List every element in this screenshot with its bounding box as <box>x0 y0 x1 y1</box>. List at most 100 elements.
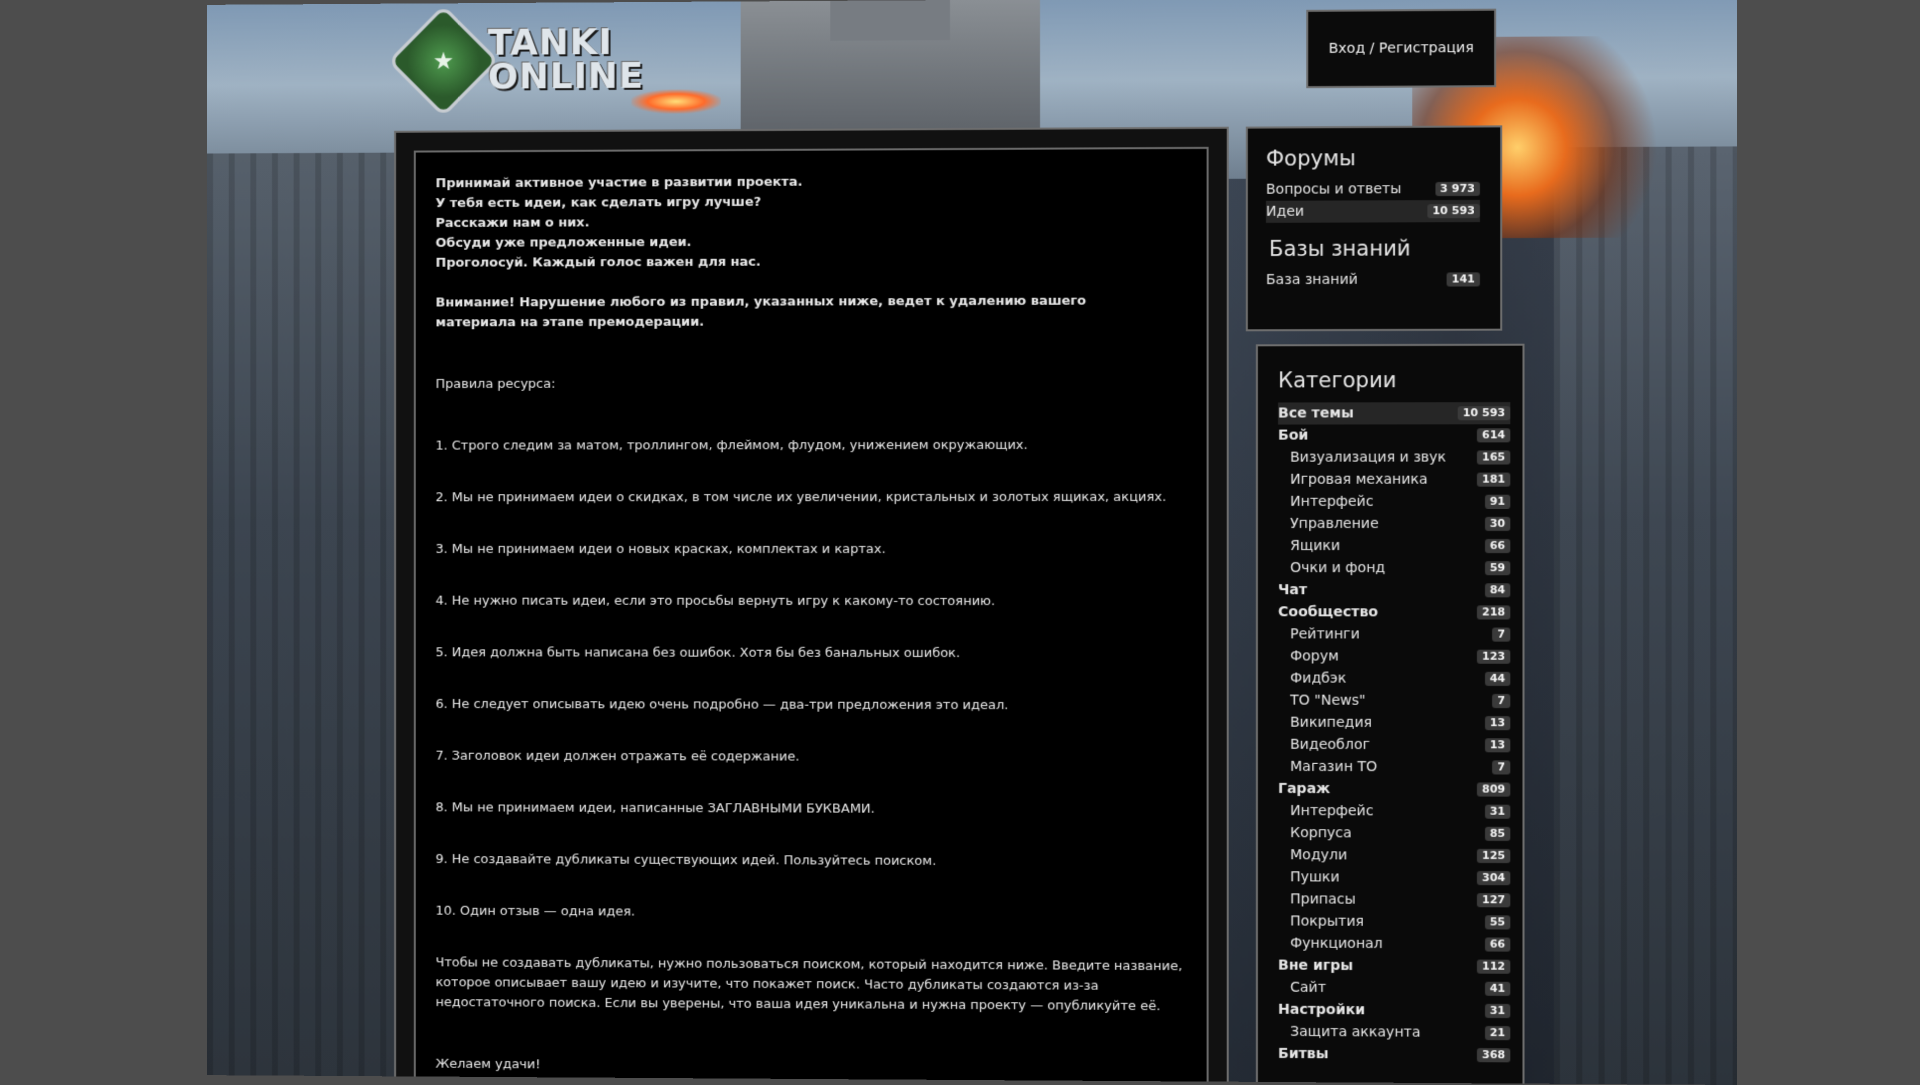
category-item-label: Рейтинги <box>1290 626 1360 643</box>
category-item-label: Бой <box>1278 427 1309 444</box>
category-item-count: 85 <box>1484 826 1511 841</box>
category-item-label: Корпуса <box>1290 825 1352 842</box>
category-item-count: 10 593 <box>1457 406 1511 421</box>
category-item-label: Пушки <box>1290 869 1340 886</box>
rule-item: 1. Строго следим за матом, троллингом, ф… <box>435 437 1028 454</box>
category-item-count: 31 <box>1484 1003 1511 1019</box>
category-item-count: 123 <box>1476 649 1511 664</box>
category-item-count: 614 <box>1476 428 1511 443</box>
category-item[interactable]: Форум 123 <box>1278 645 1511 667</box>
category-item[interactable]: Интерфейс 31 <box>1278 800 1511 823</box>
category-item[interactable]: Функционал 66 <box>1278 932 1511 955</box>
building-background <box>740 0 1041 142</box>
category-item[interactable]: Бой 614 <box>1278 424 1511 446</box>
bridge-right-background <box>1553 146 1737 1085</box>
category-item-label: Покрытия <box>1290 913 1364 930</box>
category-item-label: Видеоблог <box>1290 736 1370 754</box>
category-item-label: Чат <box>1278 582 1308 599</box>
category-item[interactable]: Вне игры 112 <box>1278 955 1511 978</box>
category-item[interactable]: Сайт 41 <box>1278 977 1511 1000</box>
category-item[interactable]: Корпуса 85 <box>1278 822 1511 845</box>
rule-item: 7. Заголовок идеи должен отражать её сод… <box>435 748 800 765</box>
category-item-count: 66 <box>1484 538 1511 554</box>
category-item-count: 125 <box>1476 848 1511 864</box>
category-item-count: 91 <box>1484 494 1511 509</box>
category-item[interactable]: Сообщество 218 <box>1278 601 1511 623</box>
category-item[interactable]: Очки и фонд 59 <box>1278 557 1511 579</box>
category-item-count: 218 <box>1476 605 1511 620</box>
category-item[interactable]: Гараж 809 <box>1278 778 1511 801</box>
category-item-count: 809 <box>1476 782 1511 797</box>
category-item[interactable]: Припасы 127 <box>1278 888 1511 911</box>
kb-heading: Базы знаний <box>1268 236 1411 261</box>
category-item[interactable]: Фидбэк 44 <box>1278 667 1511 689</box>
forum-item-qa[interactable]: Вопросы и ответы 3 973 <box>1266 178 1480 201</box>
category-item[interactable]: ТО "News" 7 <box>1278 690 1511 713</box>
category-item-label: Визуализация и звук <box>1290 449 1447 466</box>
rule-item: 10. Один отзыв — одна идея. <box>435 903 636 920</box>
category-item[interactable]: Видеоблог 13 <box>1278 734 1511 757</box>
category-item[interactable]: Пушки 304 <box>1278 866 1511 889</box>
category-item-label: Все темы <box>1278 405 1354 422</box>
category-item-count: 7 <box>1492 693 1511 709</box>
kb-item[interactable]: База знаний 141 <box>1266 268 1480 291</box>
category-item-count: 31 <box>1484 804 1511 819</box>
category-item-label: Вне игры <box>1278 957 1354 974</box>
category-list: Все темы 10 593 Бой 614 Визуализация и звук 1… <box>1278 402 1511 1067</box>
category-item-label: Интерфейс <box>1290 493 1374 510</box>
category-item-count: 55 <box>1484 915 1511 930</box>
rule-item: 6. Не следует описывать идею очень подро… <box>435 697 1009 714</box>
category-item-count: 368 <box>1476 1048 1511 1063</box>
forum-item-label: Вопросы и ответы <box>1265 181 1402 198</box>
category-item-count: 127 <box>1476 893 1511 908</box>
rule-item: 5. Идея должна быть написана без ошибок.… <box>435 645 961 661</box>
category-item[interactable]: Модули 125 <box>1278 844 1511 867</box>
category-item[interactable]: Магазин ТО 7 <box>1278 756 1511 779</box>
content-frame: Принимай активное участие в развитии про… <box>394 126 1229 1085</box>
rule-item: 4. Не нужно писать идеи, если это просьб… <box>435 593 996 610</box>
category-item-label: Игровая механика <box>1290 471 1428 488</box>
category-item-label: Управление <box>1290 515 1379 532</box>
category-item-label: Сообщество <box>1278 604 1379 621</box>
category-item-count: 7 <box>1492 627 1511 642</box>
category-item[interactable]: Чат 84 <box>1278 579 1511 601</box>
intro-line: Обсуди уже предложенные идеи. <box>435 234 692 251</box>
category-item[interactable]: Все темы 10 593 <box>1278 402 1511 425</box>
bridge-left-background <box>207 152 395 1077</box>
category-item-count: 41 <box>1484 981 1511 996</box>
category-item-count: 30 <box>1484 516 1511 531</box>
logo-text: TANKI ONLINE <box>488 22 644 97</box>
category-item-label: Модули <box>1290 847 1348 864</box>
category-item-label: Интерфейс <box>1290 803 1374 820</box>
category-item-count: 84 <box>1484 583 1511 598</box>
intro-line: Проголосуй. Каждый голос важен для нас. <box>435 254 761 271</box>
category-item-count: 66 <box>1484 937 1511 952</box>
farewell-text: Желаем удачи! <box>435 1056 541 1073</box>
category-item-label: Сайт <box>1290 979 1327 996</box>
category-item-label: ТО "News" <box>1290 692 1366 709</box>
category-item[interactable]: Битвы 368 <box>1278 1043 1511 1067</box>
category-item[interactable]: Защита аккаунта 21 <box>1278 1021 1511 1044</box>
category-item-count: 181 <box>1476 472 1511 487</box>
category-item-count: 21 <box>1484 1025 1511 1041</box>
category-item[interactable]: Визуализация и звук 165 <box>1278 446 1511 468</box>
rule-item: 2. Мы не принимаем идеи о скидках, в том… <box>435 489 1167 506</box>
login-register-button[interactable]: Вход / Регистрация <box>1306 8 1497 89</box>
rules-panel: Принимай активное участие в развитии про… <box>413 146 1209 1085</box>
warning-text: Внимание! Нарушение любого из правил, ук… <box>435 293 1087 331</box>
category-item[interactable]: Настройки 31 <box>1278 999 1511 1022</box>
category-item-label: Настройки <box>1278 1001 1366 1019</box>
category-item-label: Магазин ТО <box>1290 758 1378 776</box>
category-item[interactable]: Покрытия 55 <box>1278 910 1511 933</box>
category-item[interactable]: Ящики 66 <box>1278 535 1511 557</box>
forum-item-label: Идеи <box>1265 203 1305 220</box>
category-item[interactable]: Игровая механика 181 <box>1278 469 1511 491</box>
category-item[interactable]: Википедия 13 <box>1278 712 1511 735</box>
forum-item-ideas[interactable]: Идеи 10 593 <box>1265 199 1480 223</box>
category-item[interactable]: Управление 30 <box>1278 513 1511 535</box>
site-logo[interactable]: ★ TANKI ONLINE <box>387 4 721 121</box>
category-item[interactable]: Интерфейс 91 <box>1278 491 1511 513</box>
category-item-label: Битвы <box>1278 1045 1329 1063</box>
rule-item: 9. Не создавайте дубликаты существующих … <box>435 852 937 869</box>
category-item[interactable]: Рейтинги 7 <box>1278 623 1511 645</box>
